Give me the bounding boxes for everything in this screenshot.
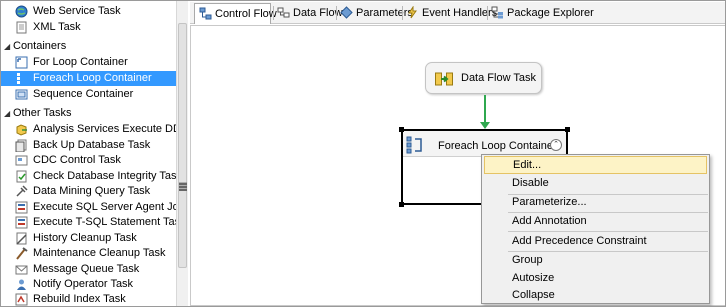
toolbox-item-execute-tsql[interactable]: Execute T-SQL Statement Task — [1, 215, 176, 230]
tab-label: Event Handlers — [422, 7, 498, 19]
cube-icon — [16, 124, 27, 136]
maintenance-icon — [16, 247, 28, 260]
rebuild-index-icon — [15, 293, 28, 306]
toolbox-group-label: Containers — [13, 40, 67, 52]
menu-item-autosize[interactable]: Autosize — [484, 269, 707, 287]
menu-item-collapse[interactable]: Collapse — [484, 286, 707, 304]
toolbox-item-maintenance-cleanup[interactable]: Maintenance Cleanup Task — [1, 246, 176, 261]
toolbox-item-label: XML Task — [33, 21, 81, 33]
xml-icon — [16, 21, 27, 34]
container-title: Foreach Loop Container — [438, 140, 557, 152]
toolbox-item-label: Web Service Task — [33, 5, 121, 17]
menu-item-disable[interactable]: Disable — [484, 174, 707, 192]
toolbox-item-label: For Loop Container — [33, 56, 128, 68]
foreach-loop-icon — [406, 136, 422, 154]
toolbox-item-cdc-control[interactable]: CDC Control Task — [1, 153, 176, 168]
toolbox-item-label: Rebuild Index Task — [33, 293, 126, 305]
resize-handle[interactable] — [399, 127, 404, 132]
precedence-arrowhead — [480, 122, 490, 129]
toolbox-item-back-up-database[interactable]: Back Up Database Task — [1, 138, 176, 153]
toolbox-group-containers[interactable]: ◢ Containers — [1, 39, 176, 54]
menu-item-edit[interactable]: Edit... — [484, 156, 707, 174]
toolbox-item-label: Analysis Services Execute DDL T... — [33, 123, 176, 135]
tab-label: Control Flow — [215, 8, 277, 20]
toolbox-item-xml-task[interactable]: XML Task — [1, 20, 176, 35]
lightning-icon — [408, 6, 417, 19]
resize-handle[interactable] — [399, 202, 404, 207]
backup-icon — [15, 139, 27, 152]
splitter-grip-icon[interactable]: ▬ ▬ ▬ — [179, 179, 187, 193]
toolbox-item-label: Maintenance Cleanup Task — [33, 247, 166, 259]
toolbox-item-label: Check Database Integrity Task — [33, 170, 176, 182]
toolbox-item-message-queue[interactable]: Message Queue Task — [1, 262, 176, 277]
control-flow-icon — [199, 7, 212, 20]
toolbox-item-label: Execute T-SQL Statement Task — [33, 216, 176, 228]
toolbox-item-label: Back Up Database Task — [33, 139, 151, 151]
toolbox-item-check-database-integrity[interactable]: Check Database Integrity Task — [1, 169, 176, 184]
toolbox-item-label: Execute SQL Server Agent Job T... — [33, 201, 176, 213]
data-flow-task-icon — [435, 72, 453, 86]
menu-item-group[interactable]: Group — [484, 251, 707, 269]
notify-icon — [17, 279, 26, 290]
toolbox-item-for-loop-container[interactable]: For Loop Container — [1, 55, 176, 70]
package-explorer-icon — [491, 6, 503, 19]
menu-item-add-precedence-constraint[interactable]: Add Precedence Constraint — [484, 232, 707, 250]
history-icon — [16, 232, 27, 245]
toolbox-item-label: History Cleanup Task — [33, 232, 137, 244]
toolbox-group-other-tasks[interactable]: ◢ Other Tasks — [1, 106, 176, 121]
toolbox-item-rebuild-index[interactable]: Rebuild Index Task — [1, 292, 176, 306]
tsql-icon — [15, 216, 28, 229]
toolbox-item-data-mining-query[interactable]: Data Mining Query Task — [1, 184, 176, 199]
check-integrity-icon — [16, 170, 27, 183]
globe-icon — [15, 5, 28, 18]
tab-control-flow[interactable]: Control Flow — [194, 3, 277, 24]
precedence-constraint-arrow[interactable] — [484, 95, 486, 123]
parameters-icon — [340, 6, 353, 19]
data-flow-icon — [277, 7, 290, 18]
toolbox-item-label: Foreach Loop Container — [33, 72, 152, 84]
toolbox-item-label: Message Queue Task — [33, 263, 140, 275]
sequence-icon — [15, 89, 28, 100]
data-flow-task-label: Data Flow Task — [461, 72, 536, 84]
toolbox-item-history-cleanup[interactable]: History Cleanup Task — [1, 231, 176, 246]
ssis-designer-window: Web Service Task XML Task ◢ Containers F… — [0, 0, 726, 307]
tab-label: Package Explorer — [507, 7, 594, 19]
toolbox-item-label: CDC Control Task — [33, 154, 121, 166]
message-queue-icon — [15, 265, 28, 275]
tab-event-handlers[interactable]: Event Handlers — [402, 3, 497, 23]
toolbox-item-execute-agent-job[interactable]: Execute SQL Server Agent Job T... — [1, 200, 176, 215]
menu-item-add-annotation[interactable]: Add Annotation — [484, 212, 707, 230]
toolbox-scrollbar[interactable]: ▬ ▬ ▬ — [176, 1, 188, 306]
cdc-icon — [15, 155, 28, 166]
toolbox-group-label: Other Tasks — [13, 107, 72, 119]
toolbox-scrollbar-thumb[interactable] — [178, 23, 187, 268]
collapse-chevron-icon[interactable]: ⌃ — [550, 139, 562, 151]
expanded-triangle-icon: ◢ — [4, 42, 11, 51]
toolbox-item-analysis-services-ddl[interactable]: Analysis Services Execute DDL T... — [1, 122, 176, 137]
toolbox-item-label: Data Mining Query Task — [33, 185, 151, 197]
agent-job-icon — [15, 201, 28, 214]
toolbox-item-label: Notify Operator Task — [33, 278, 134, 290]
tab-parameters[interactable]: Parameters — [336, 3, 413, 23]
data-flow-task-shape[interactable]: Data Flow Task — [425, 62, 542, 94]
tab-package-explorer[interactable]: Package Explorer — [487, 3, 594, 23]
expanded-triangle-icon: ◢ — [4, 109, 11, 118]
tab-data-flow[interactable]: Data Flow — [273, 3, 343, 23]
toolbox-item-label: Sequence Container — [33, 88, 134, 100]
mining-icon — [16, 185, 28, 197]
for-loop-icon — [15, 56, 28, 69]
toolbox-item-foreach-loop-container[interactable]: Foreach Loop Container — [1, 71, 176, 86]
menu-item-parameterize[interactable]: Parameterize... — [484, 193, 707, 211]
context-menu: Edit... Disable Parameterize... Add Anno… — [481, 154, 710, 304]
foreach-loop-icon — [17, 73, 20, 84]
designer-tab-bar: Control Flow Data Flow Parameters Event … — [190, 2, 725, 24]
toolbox-item-notify-operator[interactable]: Notify Operator Task — [1, 277, 176, 292]
ssis-toolbox: Web Service Task XML Task ◢ Containers F… — [1, 1, 176, 306]
resize-handle[interactable] — [565, 127, 570, 132]
toolbox-item-web-service-task[interactable]: Web Service Task — [1, 4, 176, 19]
toolbox-item-sequence-container[interactable]: Sequence Container — [1, 87, 176, 102]
